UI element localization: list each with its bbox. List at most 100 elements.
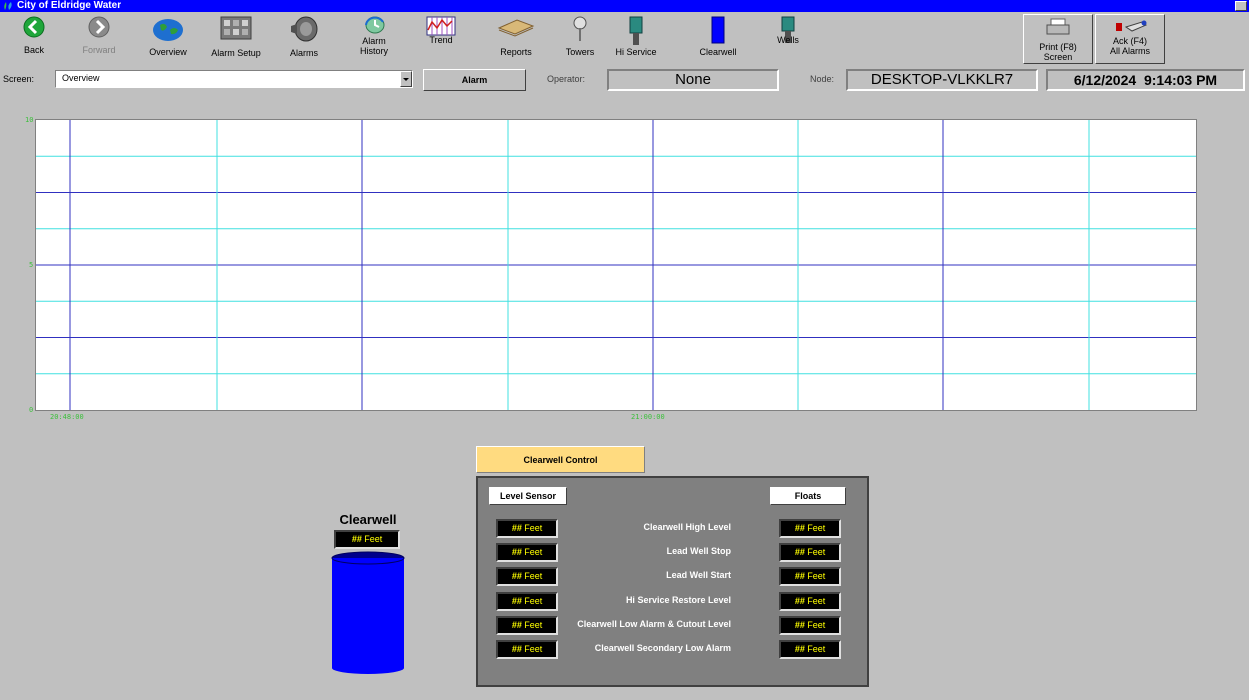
setpoint-label: Clearwell Low Alarm & Cutout Level — [577, 618, 731, 629]
water-tower-icon — [573, 16, 587, 41]
setpoint-label: Clearwell High Level — [643, 522, 731, 532]
float-readout[interactable]: ## Feet — [779, 543, 841, 563]
unit-label: Feet — [807, 619, 826, 630]
pump-icon — [629, 16, 643, 45]
operator-value: None — [675, 71, 711, 88]
float-readout[interactable]: ## Feet — [779, 567, 841, 587]
y-tick-label: 10 — [25, 116, 34, 124]
printer-icon — [1046, 18, 1070, 35]
clearwell-control-panel: Level Sensor Floats ## Feet Clearwell Hig… — [476, 476, 869, 687]
float-readout[interactable]: ## Feet — [779, 640, 841, 659]
trend-chart-icon — [426, 16, 456, 36]
trend-chart-plot — [36, 120, 1196, 410]
clearwell-label: Clearwell — [699, 47, 737, 57]
screen-select[interactable]: Overview — [55, 70, 413, 88]
speaker-icon — [291, 16, 318, 42]
back-button[interactable]: Back — [8, 12, 60, 64]
operator-field: None — [607, 69, 779, 91]
unit-label: Feet — [807, 571, 826, 582]
unit-label: Feet — [807, 547, 826, 558]
node-field: DESKTOP-VLKKLR7 — [846, 69, 1038, 91]
float-value: ## — [794, 644, 805, 654]
overview-label: Overview — [149, 47, 187, 57]
title-bar: City of Eldridge Water — [0, 0, 1249, 12]
y-tick-label: 0 — [29, 406, 34, 414]
setpoint-label: Lead Well Start — [666, 570, 731, 581]
water-drop-icon — [4, 2, 12, 10]
node-label: Node: — [810, 74, 835, 84]
window-title: City of Eldridge Water — [17, 0, 122, 11]
forward-button[interactable]: Forward — [70, 12, 128, 64]
float-value: ## — [794, 571, 805, 582]
clearwell-button[interactable]: Clearwell — [696, 12, 740, 64]
unit-label: Feet — [807, 523, 826, 533]
towers-label: Towers — [565, 47, 595, 57]
float-readout[interactable]: ## Feet — [779, 591, 841, 611]
floats-button[interactable]: Floats — [770, 487, 846, 505]
screen-label: Screen: — [3, 74, 35, 84]
float-value: ## — [794, 595, 805, 606]
operator-label: Operator: — [547, 74, 586, 84]
forward-label: Forward — [82, 45, 116, 55]
clearwell-tank-graphic — [331, 551, 405, 674]
clearwell-level-readout: ## Feet — [334, 530, 400, 549]
reports-label: Reports — [500, 47, 532, 57]
navigation-toolbar: Back Forward Overview Alarm Setup Alarms… — [0, 12, 1249, 64]
setpoint-label: Clearwell Secondary Low Alarm — [594, 643, 731, 653]
node-value: DESKTOP-VLKKLR7 — [870, 71, 1014, 88]
trend-button[interactable]: Trend — [416, 12, 466, 64]
setpoint-label: Lead Well Stop — [666, 546, 731, 557]
status-info-bar: Screen: Overview Alarm Operator: None No… — [0, 67, 1249, 93]
float-readout[interactable]: ## Feet — [779, 615, 841, 635]
x-tick-label: 21:00:00 — [631, 413, 665, 421]
ack-all-alarms-label: Ack (F4) All Alarms — [1109, 36, 1150, 56]
back-arrow-icon — [23, 16, 45, 38]
alarms-button[interactable]: Alarms — [280, 12, 328, 64]
chevron-down-icon — [403, 78, 409, 81]
alarm-history-button[interactable]: Alarm History — [346, 12, 402, 64]
trend-chart[interactable] — [35, 119, 1197, 411]
clearwell-level-value: ## — [351, 534, 362, 544]
float-value: ## — [794, 619, 805, 630]
reports-icon — [497, 19, 535, 37]
hi-service-label: Hi Service — [615, 47, 657, 57]
alarm-banner-label: Alarm — [461, 75, 488, 85]
date-value: 6/12/2024 — [1073, 72, 1137, 88]
hi-service-button[interactable]: Hi Service — [614, 12, 658, 64]
setpoint-label: Hi Service Restore Level — [625, 594, 731, 605]
unit-label: Feet — [807, 644, 826, 654]
back-label: Back — [23, 45, 44, 55]
unit-label: Feet — [364, 534, 383, 544]
history-icon — [365, 16, 385, 34]
alarms-label: Alarms — [289, 48, 318, 58]
level-sensor-button[interactable]: Level Sensor — [489, 487, 567, 505]
alarm-setup-button[interactable]: Alarm Setup — [206, 12, 266, 64]
clearwell-control-header[interactable]: Clearwell Control — [476, 446, 645, 473]
wells-button[interactable]: Wells — [768, 12, 808, 64]
unit-label: Feet — [807, 595, 826, 606]
float-readout[interactable]: ## Feet — [779, 519, 841, 538]
alarm-setup-label: Alarm Setup — [211, 48, 261, 58]
float-value: ## — [794, 547, 805, 558]
clearwell-tank-icon — [711, 16, 725, 44]
float-value: ## — [794, 523, 805, 533]
screen-select-value: Overview — [62, 73, 100, 83]
print-screen-button[interactable]: Print (F8) Screen — [1023, 14, 1093, 64]
alarm-history-label: Alarm History — [359, 36, 388, 56]
datetime-field: 6/12/2024 9:14:03 PM — [1046, 69, 1245, 91]
alarm-banner[interactable]: Alarm — [423, 69, 526, 91]
clearwell-tank-title: Clearwell — [339, 512, 397, 527]
y-tick-label: 5 — [29, 261, 34, 269]
forward-arrow-icon — [88, 16, 110, 38]
restore-button[interactable] — [1235, 1, 1247, 11]
wells-label: Wells — [777, 35, 799, 45]
ack-all-alarms-button[interactable]: Ack (F4) All Alarms — [1095, 14, 1165, 64]
alarm-setup-icon — [220, 16, 252, 40]
towers-button[interactable]: Towers — [560, 12, 600, 64]
screen-dropdown-button[interactable] — [400, 71, 412, 87]
time-value: 9:14:03 PM — [1143, 72, 1218, 88]
reports-button[interactable]: Reports — [484, 12, 548, 64]
ack-alarms-icon — [1116, 20, 1147, 32]
overview-button[interactable]: Overview — [140, 12, 196, 64]
trend-label: Trend — [429, 35, 453, 45]
